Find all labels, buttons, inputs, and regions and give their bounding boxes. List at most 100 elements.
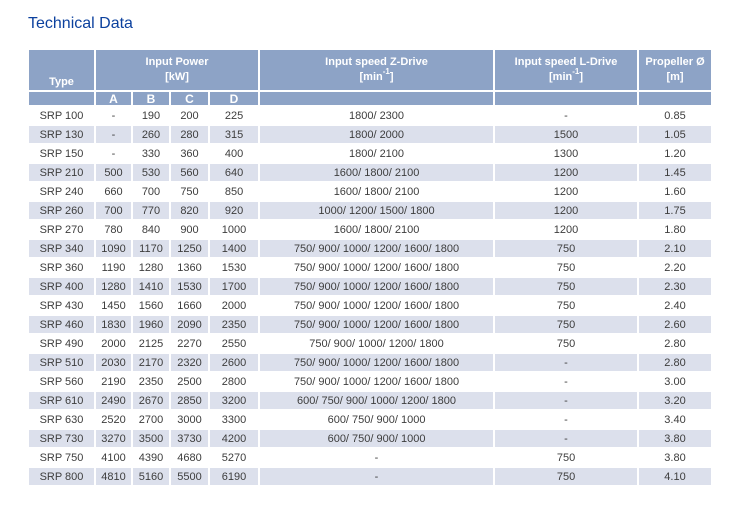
cell-power-a: 1830 [95, 315, 132, 334]
cell-power-a: 660 [95, 182, 132, 201]
cell-power-d: 640 [209, 163, 259, 182]
propeller-label: Propeller Ø [639, 55, 711, 70]
cell-power-c: 560 [170, 163, 209, 182]
cell-power-c: 1360 [170, 258, 209, 277]
cell-power-d: 6190 [209, 467, 259, 486]
cell-l-drive-speed: - [494, 372, 638, 391]
cell-l-drive-speed: 1200 [494, 220, 638, 239]
cell-power-c: 750 [170, 182, 209, 201]
cell-type: SRP 730 [28, 429, 95, 448]
cell-power-b: 2350 [132, 372, 170, 391]
table-row: SRP 490 2000 2125 2270 2550 750/ 900/ 10… [28, 334, 712, 353]
cell-l-drive-speed: 1500 [494, 125, 638, 144]
cell-power-b: 2125 [132, 334, 170, 353]
table-row: SRP 260 700 770 820 920 1000/ 1200/ 1500… [28, 201, 712, 220]
cell-power-a: - [95, 125, 132, 144]
cell-propeller-diameter: 2.80 [638, 353, 712, 372]
header-row-main: Type Input Power [kW] Input speed Z-Driv… [28, 49, 712, 91]
cell-power-a: 1090 [95, 239, 132, 258]
z-unit-close: ] [390, 71, 394, 83]
table-row: SRP 630 2520 2700 3000 3300 600/ 750/ 90… [28, 410, 712, 429]
cell-power-d: 3300 [209, 410, 259, 429]
cell-power-c: 200 [170, 106, 209, 125]
table-row: SRP 240 660 700 750 850 1600/ 1800/ 2100… [28, 182, 712, 201]
cell-power-b: 1280 [132, 258, 170, 277]
cell-power-b: 1960 [132, 315, 170, 334]
cell-propeller-diameter: 1.60 [638, 182, 712, 201]
cell-power-a: 500 [95, 163, 132, 182]
cell-propeller-diameter: 3.80 [638, 448, 712, 467]
cell-power-d: 315 [209, 125, 259, 144]
cell-propeller-diameter: 2.80 [638, 334, 712, 353]
z-drive-unit: [min-1] [260, 70, 493, 85]
cell-power-c: 5500 [170, 467, 209, 486]
cell-power-b: 330 [132, 144, 170, 163]
cell-type: SRP 210 [28, 163, 95, 182]
cell-power-b: 2700 [132, 410, 170, 429]
z-unit-sup: -1 [383, 67, 390, 76]
table-row: SRP 400 1280 1410 1530 1700 750/ 900/ 10… [28, 277, 712, 296]
cell-propeller-diameter: 3.40 [638, 410, 712, 429]
subheader-a: A [95, 91, 132, 106]
cell-propeller-diameter: 2.10 [638, 239, 712, 258]
cell-type: SRP 150 [28, 144, 95, 163]
cell-power-a: 2000 [95, 334, 132, 353]
cell-power-d: 5270 [209, 448, 259, 467]
table-row: SRP 270 780 840 900 1000 1600/ 1800/ 210… [28, 220, 712, 239]
cell-type: SRP 430 [28, 296, 95, 315]
table-row: SRP 210 500 530 560 640 1600/ 1800/ 2100… [28, 163, 712, 182]
cell-z-drive-speed: 750/ 900/ 1000/ 1200/ 1800 [259, 334, 494, 353]
cell-power-a: 3270 [95, 429, 132, 448]
cell-power-c: 900 [170, 220, 209, 239]
table-row: SRP 430 1450 1560 1660 2000 750/ 900/ 10… [28, 296, 712, 315]
cell-propeller-diameter: 1.80 [638, 220, 712, 239]
cell-z-drive-speed: 750/ 900/ 1000/ 1200/ 1600/ 1800 [259, 239, 494, 258]
header-l-drive: Input speed L-Drive [min-1] [494, 49, 638, 91]
cell-power-d: 400 [209, 144, 259, 163]
cell-power-d: 1000 [209, 220, 259, 239]
technical-data-table: Type Input Power [kW] Input speed Z-Driv… [27, 48, 713, 487]
input-power-label: Input Power [96, 55, 258, 70]
cell-z-drive-speed: 1800/ 2300 [259, 106, 494, 125]
cell-l-drive-speed: 750 [494, 334, 638, 353]
cell-propeller-diameter: 3.20 [638, 391, 712, 410]
cell-power-c: 4680 [170, 448, 209, 467]
cell-power-a: - [95, 144, 132, 163]
cell-propeller-diameter: 2.30 [638, 277, 712, 296]
cell-power-c: 280 [170, 125, 209, 144]
cell-z-drive-speed: 1600/ 1800/ 2100 [259, 163, 494, 182]
cell-power-b: 840 [132, 220, 170, 239]
cell-power-d: 3200 [209, 391, 259, 410]
cell-power-b: 4390 [132, 448, 170, 467]
table-row: SRP 460 1830 1960 2090 2350 750/ 900/ 10… [28, 315, 712, 334]
subheader-b: B [132, 91, 170, 106]
cell-power-b: 770 [132, 201, 170, 220]
l-drive-label: Input speed L-Drive [495, 55, 637, 70]
cell-power-b: 1410 [132, 277, 170, 296]
cell-power-b: 260 [132, 125, 170, 144]
header-input-power: Input Power [kW] [95, 49, 259, 91]
cell-power-d: 2350 [209, 315, 259, 334]
header-row-sub: A B C D [28, 91, 712, 106]
table-row: SRP 560 2190 2350 2500 2800 750/ 900/ 10… [28, 372, 712, 391]
cell-type: SRP 360 [28, 258, 95, 277]
cell-z-drive-speed: 750/ 900/ 1000/ 1200/ 1600/ 1800 [259, 258, 494, 277]
page-title: Technical Data [28, 15, 743, 33]
cell-power-b: 700 [132, 182, 170, 201]
cell-propeller-diameter: 3.00 [638, 372, 712, 391]
z-unit-open: [min [360, 71, 383, 83]
header-z-drive: Input speed Z-Drive [min-1] [259, 49, 494, 91]
l-unit-open: [min [549, 71, 572, 83]
cell-z-drive-speed: 750/ 900/ 1000/ 1200/ 1600/ 1800 [259, 372, 494, 391]
page: Technical Data Type Input Power [kW] Inp… [0, 0, 743, 487]
cell-power-b: 2170 [132, 353, 170, 372]
cell-z-drive-speed: 1600/ 1800/ 2100 [259, 220, 494, 239]
subheader-l-empty [494, 91, 638, 106]
cell-l-drive-speed: 750 [494, 296, 638, 315]
cell-power-b: 190 [132, 106, 170, 125]
cell-power-a: 2030 [95, 353, 132, 372]
cell-l-drive-speed: 1200 [494, 182, 638, 201]
table-row: SRP 100 - 190 200 225 1800/ 2300 - 0.85 [28, 106, 712, 125]
table-row: SRP 730 3270 3500 3730 4200 600/ 750/ 90… [28, 429, 712, 448]
cell-type: SRP 240 [28, 182, 95, 201]
